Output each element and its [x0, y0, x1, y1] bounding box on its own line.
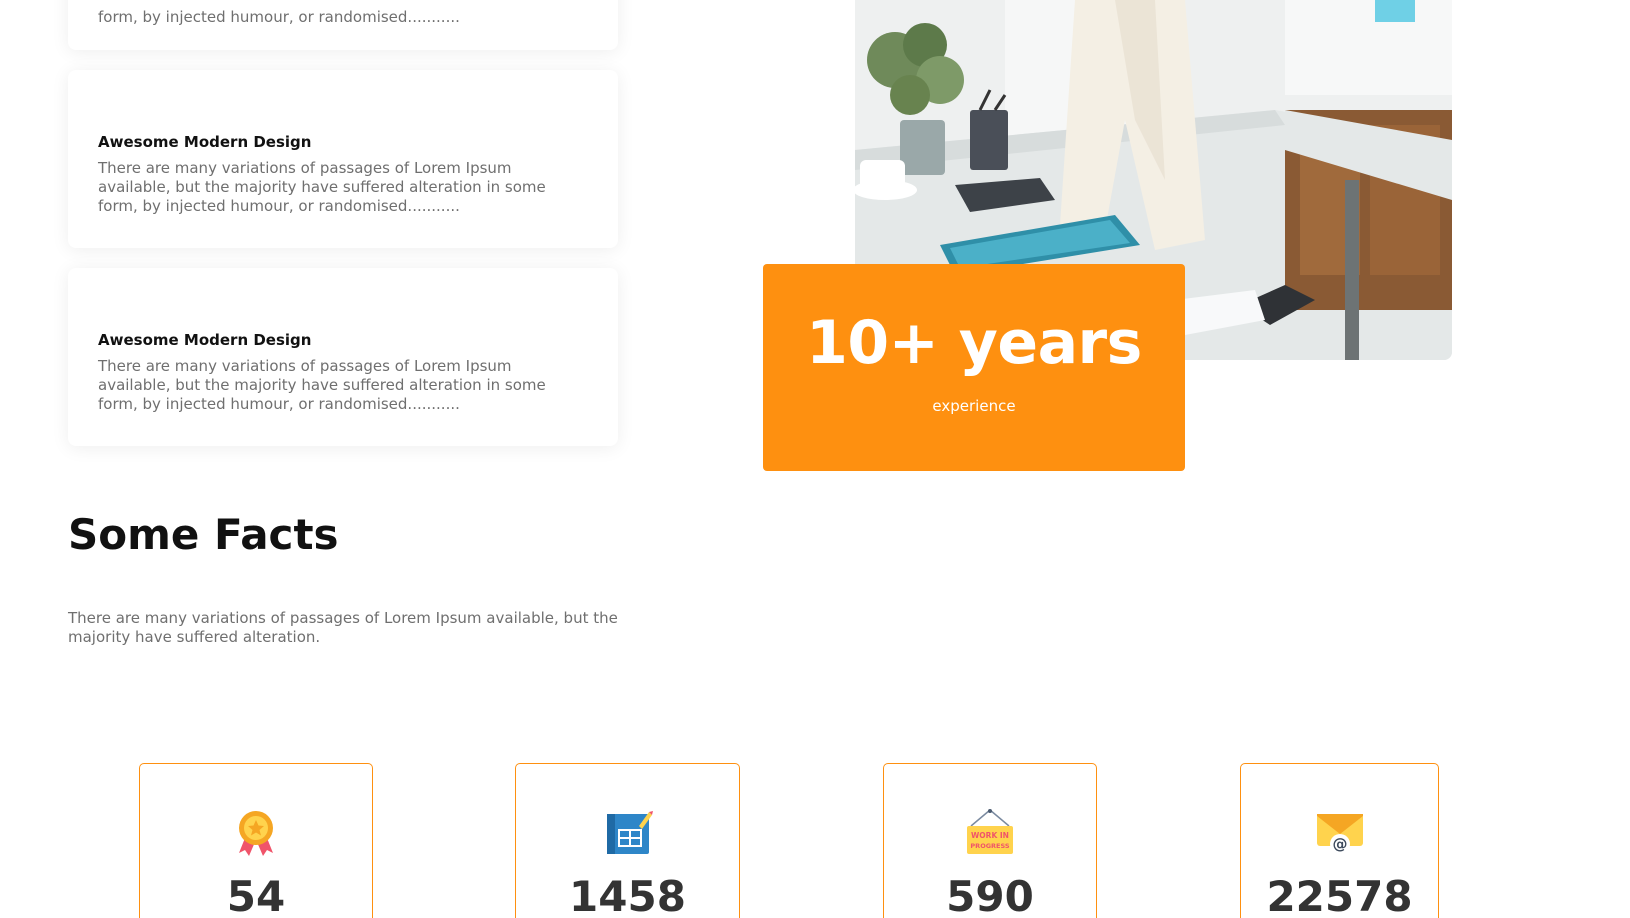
email-envelope-icon: @ — [1316, 814, 1363, 854]
page: form, by injected humour, or randomised.… — [0, 0, 1630, 918]
feature-card: Awesome Modern Design There are many var… — [68, 268, 618, 446]
stat-card: 1458 — [515, 763, 740, 918]
stat-card: @ 22578 — [1240, 763, 1439, 918]
feature-text: There are many variations of passages of… — [98, 357, 546, 413]
sign-text: WORK IN — [971, 831, 1009, 840]
feature-title: Awesome Modern Design — [98, 133, 312, 151]
stat-value: 590 — [946, 872, 1034, 918]
feature-text: There are many variations of passages of… — [98, 159, 546, 215]
feature-card: Awesome Modern Design There are many var… — [68, 70, 618, 248]
blueprint-icon — [606, 811, 653, 854]
stat-value: 22578 — [1266, 872, 1413, 918]
facts-title: Some Facts — [68, 510, 339, 559]
feature-card: form, by injected humour, or randomised.… — [68, 0, 618, 50]
svg-text:@: @ — [1332, 835, 1347, 853]
stat-value: 1458 — [569, 872, 686, 918]
facts-description: There are many variations of passages of… — [68, 609, 618, 646]
feature-title: Awesome Modern Design — [98, 331, 312, 349]
experience-headline: 10+ years — [806, 308, 1142, 378]
stat-value: 54 — [226, 872, 286, 918]
experience-label: experience — [932, 397, 1016, 415]
award-medal-icon — [239, 811, 273, 856]
feature-text: form, by injected humour, or randomised.… — [98, 8, 460, 26]
stat-card: WORK IN PROGRESS 590 — [883, 763, 1097, 918]
work-in-progress-sign-icon: WORK IN PROGRESS — [967, 809, 1013, 854]
experience-badge: 10+ years experience — [763, 264, 1185, 471]
stat-card: 54 — [139, 763, 373, 918]
sign-text: PROGRESS — [970, 842, 1009, 850]
